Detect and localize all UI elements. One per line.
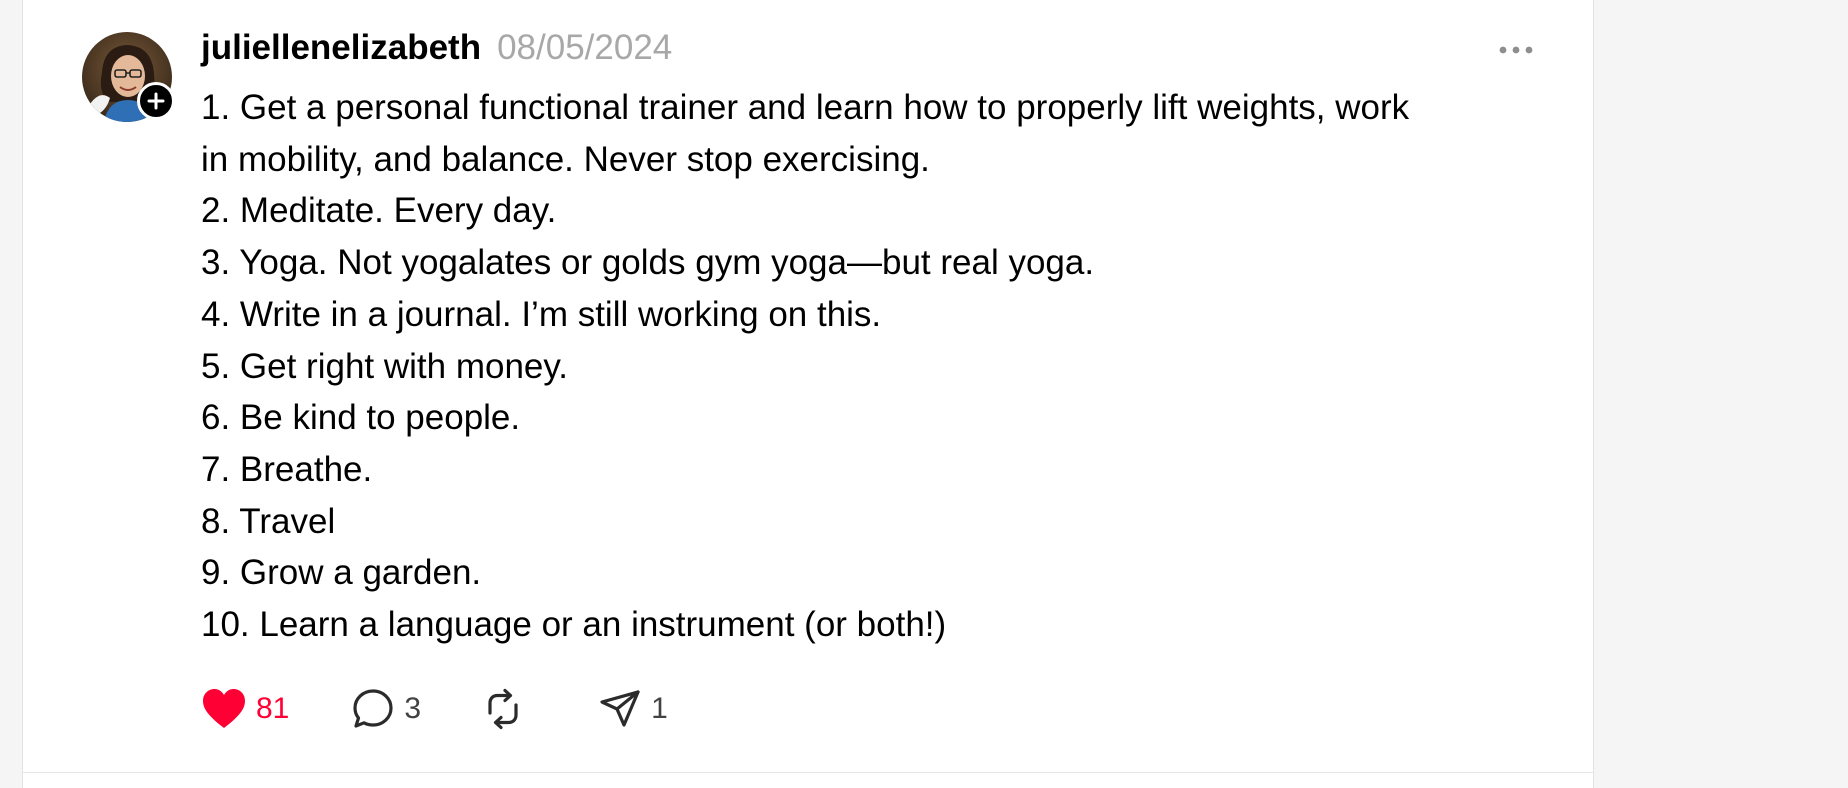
post-divider bbox=[23, 772, 1593, 773]
like-button[interactable]: 81 bbox=[201, 688, 289, 730]
paper-plane-icon bbox=[600, 690, 640, 727]
speech-bubble-icon bbox=[353, 689, 393, 728]
post-line: 3. Yoga. Not yogalates or golds gym yoga… bbox=[201, 243, 1095, 283]
repost-button[interactable] bbox=[481, 687, 534, 731]
post-actions-bar: 81 3 1 bbox=[201, 684, 668, 734]
repost-arrows-icon bbox=[488, 688, 518, 730]
post-line: 7. Breathe. bbox=[201, 449, 373, 489]
post-line: 5. Get right with money. bbox=[201, 346, 569, 386]
author-username[interactable]: juliellenelizabeth bbox=[201, 28, 481, 68]
heart-filled-icon bbox=[203, 689, 245, 728]
share-count: 1 bbox=[651, 692, 668, 725]
post-text: 1. Get a personal functional trainer and… bbox=[201, 82, 1561, 651]
left-gutter bbox=[0, 0, 22, 788]
post-header: juliellenelizabeth 08/05/2024 bbox=[201, 24, 672, 72]
share-button[interactable]: 1 bbox=[598, 687, 668, 731]
reply-count: 3 bbox=[404, 692, 422, 725]
post-line: 10. Learn a language or an instrument (o… bbox=[201, 605, 947, 645]
follow-button[interactable] bbox=[137, 82, 175, 120]
plus-icon bbox=[147, 92, 165, 110]
post-line: 8. Travel bbox=[201, 501, 336, 541]
post-line: 9. Grow a garden. bbox=[201, 553, 482, 593]
like-count: 81 bbox=[256, 692, 290, 725]
post-line: 2. Meditate. Every day. bbox=[201, 191, 557, 231]
more-options-button[interactable] bbox=[1489, 32, 1543, 68]
post-card: juliellenelizabeth 08/05/2024 1. Get a p… bbox=[22, 0, 1594, 788]
post-line: 6. Be kind to people. bbox=[201, 398, 521, 438]
ellipsis-icon bbox=[1499, 46, 1533, 54]
post-timestamp[interactable]: 08/05/2024 bbox=[497, 28, 672, 68]
post-line: 4. Write in a journal. I’m still working… bbox=[201, 294, 882, 334]
reply-button[interactable]: 3 bbox=[351, 687, 421, 731]
post-line: in mobility, and balance. Never stop exe… bbox=[201, 139, 930, 179]
post-line: 1. Get a personal functional trainer and… bbox=[201, 88, 1410, 127]
